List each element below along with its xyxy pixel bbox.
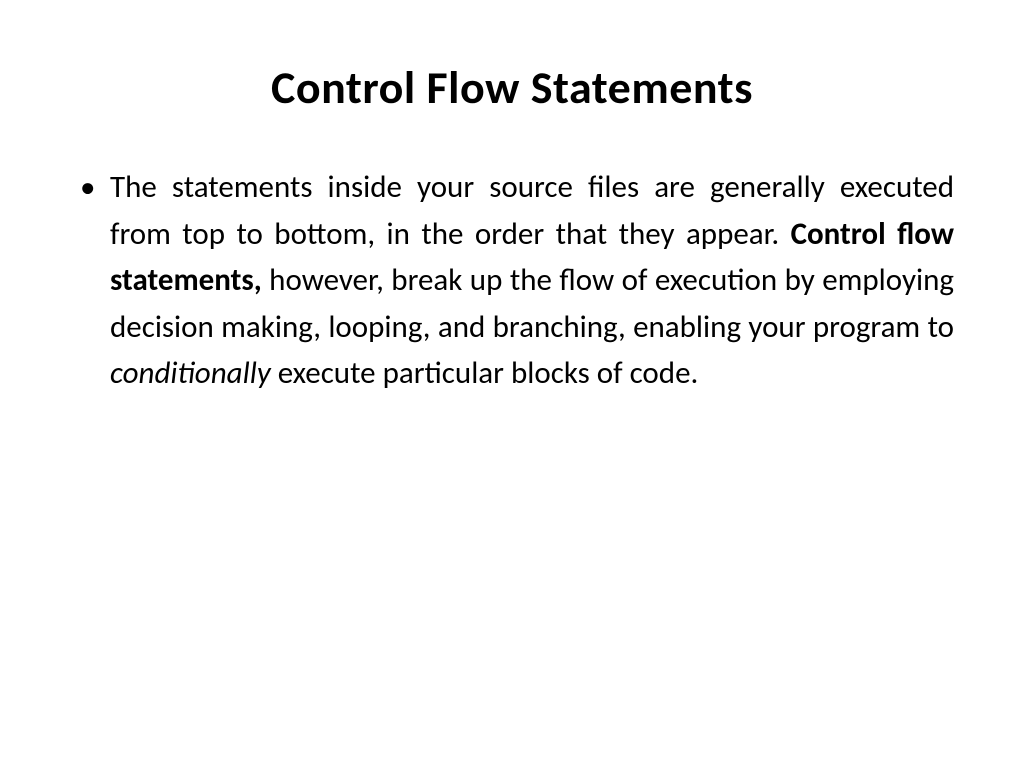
- bullet-text-segment: execute particular blocks of code.: [271, 354, 699, 392]
- slide-title: Control Flow Statements: [70, 60, 954, 116]
- bullet-list: The statements inside your source files …: [70, 164, 954, 397]
- bullet-item: The statements inside your source files …: [70, 164, 954, 397]
- bullet-text-italic: conditionally: [110, 354, 271, 392]
